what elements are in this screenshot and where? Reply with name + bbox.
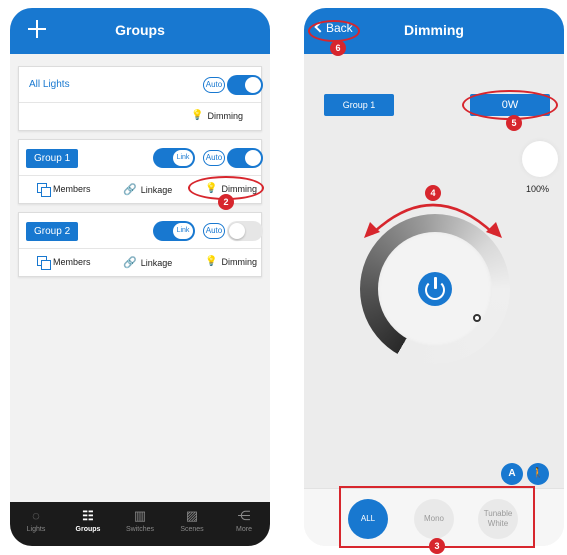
group-switch[interactable]	[227, 221, 263, 241]
groups-screen: Groups All Lights Auto 💡 Dimming Group 1…	[10, 8, 270, 546]
members-icon	[37, 256, 51, 270]
tab-label: Groups	[75, 526, 101, 533]
bulb-icon: ◌	[32, 508, 40, 523]
members-link[interactable]: Members	[37, 256, 91, 270]
all-lights-row: All Lights Auto	[19, 67, 263, 103]
switch-knob	[229, 223, 245, 239]
tab-label: More	[236, 526, 252, 533]
group-row: Group 2 Link Auto	[19, 213, 263, 249]
callout-badge: 6	[330, 40, 346, 56]
tab-lights[interactable]: ◌ Lights	[10, 502, 62, 546]
callout-badge: 2	[218, 194, 234, 210]
switch-icon: ▥	[133, 508, 147, 523]
group-name-button[interactable]: Group 1	[26, 149, 79, 168]
callout-badge: 5	[506, 115, 522, 131]
auto-button[interactable]: Auto	[203, 150, 225, 166]
members-label: Members	[53, 257, 91, 267]
members-icon	[37, 183, 51, 197]
group-card: Group 2 Link Auto Members 🔗 Linkage 💡 Di…	[18, 212, 263, 277]
dimming-label: Dimming	[221, 256, 257, 267]
brightness-percent: 100%	[526, 184, 550, 194]
group-actions: Members 🔗 Linkage 💡 Dimming	[19, 249, 261, 276]
link-label: Link	[173, 223, 193, 239]
tab-switches[interactable]: ▥ Switches	[114, 502, 166, 546]
tab-label: Scenes	[180, 526, 204, 533]
bulb-icon: 💡	[205, 256, 218, 267]
dimming-screen: Back Dimming 6 Group 1 0W 5 100% 4 A 🚶 A…	[304, 8, 564, 546]
group-name-button[interactable]: Group 1	[324, 94, 394, 116]
groups-icon: ☷	[82, 508, 94, 523]
group-row: Group 1 Link Auto	[19, 140, 263, 176]
power-icon[interactable]	[418, 272, 452, 306]
dimming-label: Dimming	[207, 110, 243, 121]
switch-knob	[245, 77, 261, 93]
auto-mode-icon[interactable]: A	[501, 463, 523, 485]
linkage-link[interactable]: 🔗 Linkage	[123, 183, 172, 196]
all-lights-switch[interactable]	[227, 75, 263, 95]
link-label: Link	[173, 150, 193, 166]
group-name-button[interactable]: Group 2	[26, 222, 79, 241]
link-icon: 🔗	[123, 257, 137, 269]
auto-button[interactable]: Auto	[203, 77, 225, 93]
dimming-link[interactable]: 💡 Dimming	[191, 110, 243, 121]
link-icon: 🔗	[123, 184, 137, 196]
all-lights-actions: 💡 Dimming	[19, 103, 261, 130]
linkage-label: Linkage	[140, 257, 173, 268]
members-label: Members	[53, 184, 91, 194]
linkage-label: Linkage	[140, 184, 173, 195]
callout-badge: 4	[425, 185, 441, 201]
dimming-dial[interactable]	[360, 214, 510, 364]
tab-label: Switches	[125, 526, 154, 533]
callout-ellipse-back	[308, 20, 360, 42]
groups-header: Groups	[10, 8, 270, 54]
bottom-tabbar: ◌ Lights ☷ Groups ▥ Switches ▨ Scenes ⋲ …	[10, 502, 270, 546]
tab-label: Lights	[26, 526, 46, 533]
screenshot-root: Groups All Lights Auto 💡 Dimming Group 1…	[0, 0, 567, 555]
all-lights-label: All Lights	[29, 79, 70, 90]
page-title: Groups	[115, 22, 165, 38]
dial-handle[interactable]	[473, 314, 481, 322]
members-link[interactable]: Members	[37, 183, 91, 197]
mode-icons: A 🚶	[501, 463, 549, 485]
auto-button[interactable]: Auto	[203, 223, 225, 239]
tab-more[interactable]: ⋲ More	[218, 502, 270, 546]
scenes-icon: ▨	[185, 508, 199, 523]
callout-badge: 3	[429, 538, 445, 554]
dimming-link[interactable]: 💡 Dimming	[205, 256, 257, 267]
group-switch[interactable]	[227, 148, 263, 168]
brightness-indicator	[522, 141, 558, 177]
linkage-link[interactable]: 🔗 Linkage	[123, 256, 172, 269]
all-lights-card: All Lights Auto 💡 Dimming	[18, 66, 263, 131]
tab-scenes[interactable]: ▨ Scenes	[166, 502, 218, 546]
link-toggle[interactable]: Link	[153, 148, 195, 168]
share-icon: ⋲	[237, 508, 251, 523]
motion-sensor-icon[interactable]: 🚶	[527, 463, 549, 485]
link-toggle[interactable]: Link	[153, 221, 195, 241]
tab-groups[interactable]: ☷ Groups	[62, 502, 114, 546]
switch-knob	[245, 150, 261, 166]
bulb-icon: 💡	[191, 110, 204, 121]
